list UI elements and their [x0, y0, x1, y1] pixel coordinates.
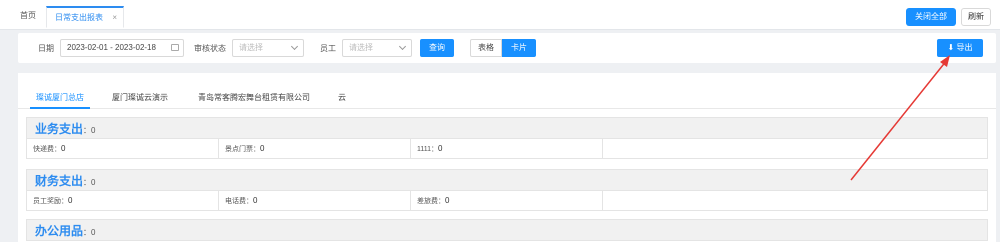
- expense-item: 快递费：0: [27, 139, 219, 158]
- close-all-button[interactable]: 关闭全部: [906, 8, 956, 26]
- chevron-down-icon: [398, 42, 407, 51]
- company-tab-xiamen-demo[interactable]: 厦门璨诚云演示: [112, 92, 168, 103]
- expense-item: 员工奖励：0: [27, 191, 219, 210]
- employee-label: 员工: [320, 44, 336, 53]
- item-label: 快递费：: [33, 146, 61, 153]
- calendar-icon: [171, 44, 179, 51]
- item-label: 差旅费：: [417, 198, 445, 205]
- active-tab-indicator: [30, 107, 90, 109]
- expense-section-finance: 财务支出：0 员工奖励：0 电话费：0 差旅费：0: [26, 169, 988, 211]
- query-button[interactable]: 查询: [420, 39, 454, 57]
- expense-item: 景点门票：0: [219, 139, 411, 158]
- item-label: 员工奖励：: [33, 198, 68, 205]
- item-label: 景点门票：: [225, 146, 260, 153]
- section-header: 财务支出：0: [26, 169, 988, 191]
- section-row: 快递费：0 景点门票：0 1111：0: [26, 139, 988, 159]
- item-value: 0: [68, 196, 73, 205]
- section-total: ：0: [83, 126, 96, 135]
- section-title: 财务支出: [35, 174, 84, 188]
- date-label: 日期: [38, 44, 54, 53]
- section-header: 办公用品：0: [26, 219, 988, 241]
- expense-section-business: 业务支出：0 快递费：0 景点门票：0 1111：0: [26, 117, 988, 159]
- tab-bar: 首页 日常支出报表 × 关闭全部 刷新: [0, 0, 1000, 30]
- item-value: 0: [61, 144, 66, 153]
- status-select[interactable]: 请选择: [232, 39, 304, 57]
- tab-daily-expense-report[interactable]: 日常支出报表 ×: [46, 6, 124, 28]
- employee-select[interactable]: 请选择: [342, 39, 412, 57]
- section-header: 业务支出：0: [26, 117, 988, 139]
- company-tab-xiamen-main[interactable]: 璨诚厦门总店: [36, 92, 84, 103]
- filter-panel: 日期 2023-02-01 - 2023-02-18 审核状态 请选择 员工 请…: [18, 33, 996, 63]
- expense-item: 电话费：0: [219, 191, 411, 210]
- employee-placeholder: 请选择: [349, 43, 373, 52]
- expense-section-office-supplies: 办公用品：0: [26, 219, 988, 241]
- item-value: 0: [438, 144, 443, 153]
- section-title: 办公用品: [35, 224, 84, 238]
- section-row: 员工奖励：0 电话费：0 差旅费：0: [26, 191, 988, 211]
- section-total: ：0: [83, 178, 96, 187]
- company-tabs: 璨诚厦门总店 厦门璨诚云演示 青岛常客腾宏舞台租赁有限公司 云: [18, 87, 996, 109]
- item-value: 0: [260, 144, 265, 153]
- section-title: 业务支出: [35, 122, 84, 136]
- report-content: 璨诚厦门总店 厦门璨诚云演示 青岛常客腾宏舞台租赁有限公司 云 业务支出：0 快…: [18, 73, 996, 242]
- export-button[interactable]: ⬇ 导出: [937, 39, 983, 57]
- card-view-button[interactable]: 卡片: [502, 39, 536, 57]
- expense-item: 1111：0: [411, 139, 603, 158]
- date-range-value: 2023-02-01 - 2023-02-18: [67, 43, 156, 52]
- status-label: 审核状态: [194, 44, 226, 53]
- refresh-button[interactable]: 刷新: [961, 8, 991, 26]
- chevron-down-icon: [290, 42, 299, 51]
- tab-home[interactable]: 首页: [12, 6, 44, 28]
- tab-label: 日常支出报表: [55, 13, 103, 22]
- expense-item: 差旅费：0: [411, 191, 603, 210]
- table-view-button[interactable]: 表格: [470, 39, 502, 57]
- item-label: 电话费：: [225, 198, 253, 205]
- download-icon: ⬇: [947, 43, 955, 52]
- date-range-input[interactable]: 2023-02-01 - 2023-02-18: [60, 39, 184, 57]
- company-tab-cloud[interactable]: 云: [338, 92, 346, 103]
- status-placeholder: 请选择: [239, 43, 263, 52]
- item-value: 0: [445, 196, 450, 205]
- close-icon[interactable]: ×: [112, 8, 117, 28]
- page: 首页 日常支出报表 × 关闭全部 刷新 日期 2023-02-01 - 2023…: [0, 0, 1000, 242]
- company-tab-qingdao[interactable]: 青岛常客腾宏舞台租赁有限公司: [198, 92, 310, 103]
- export-label: 导出: [956, 43, 973, 52]
- section-total: ：0: [83, 228, 96, 237]
- item-value: 0: [253, 196, 258, 205]
- item-label: 1111：: [417, 146, 439, 153]
